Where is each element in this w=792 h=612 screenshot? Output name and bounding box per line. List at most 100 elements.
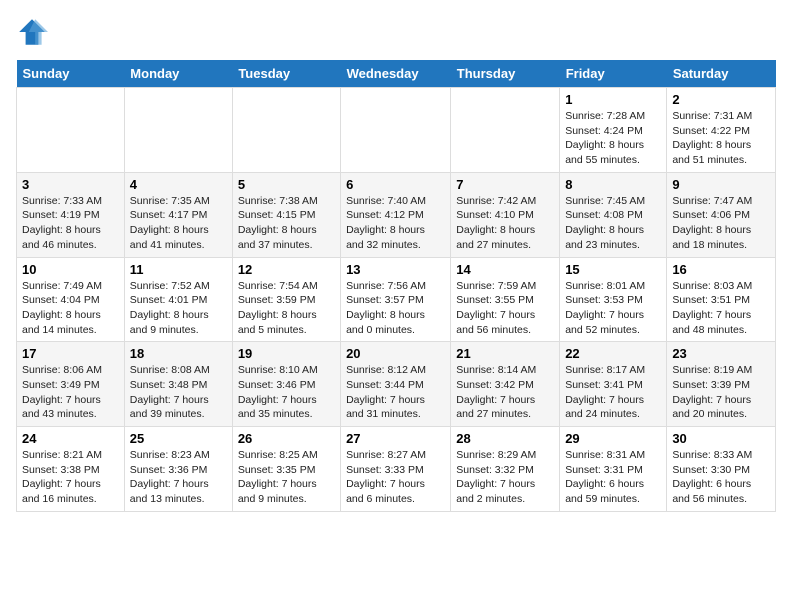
day-number: 30 [672, 431, 770, 446]
day-info: Sunrise: 8:10 AMSunset: 3:46 PMDaylight:… [238, 363, 335, 422]
column-header-thursday: Thursday [451, 60, 560, 88]
day-number: 12 [238, 262, 335, 277]
day-info: Sunrise: 8:19 AMSunset: 3:39 PMDaylight:… [672, 363, 770, 422]
day-info: Sunrise: 8:25 AMSunset: 3:35 PMDaylight:… [238, 448, 335, 507]
day-info: Sunrise: 7:59 AMSunset: 3:55 PMDaylight:… [456, 279, 554, 338]
calendar-cell: 15 Sunrise: 8:01 AMSunset: 3:53 PMDayligh… [560, 257, 667, 342]
day-number: 13 [346, 262, 445, 277]
calendar-week-2: 3 Sunrise: 7:33 AMSunset: 4:19 PMDaylight… [17, 172, 776, 257]
calendar-table: SundayMondayTuesdayWednesdayThursdayFrid… [16, 60, 776, 512]
calendar-cell: 28 Sunrise: 8:29 AMSunset: 3:32 PMDayligh… [451, 427, 560, 512]
day-info: Sunrise: 7:35 AMSunset: 4:17 PMDaylight:… [130, 194, 227, 253]
calendar-cell: 30 Sunrise: 8:33 AMSunset: 3:30 PMDayligh… [667, 427, 776, 512]
day-number: 20 [346, 346, 445, 361]
day-info: Sunrise: 7:38 AMSunset: 4:15 PMDaylight:… [238, 194, 335, 253]
calendar-cell: 4 Sunrise: 7:35 AMSunset: 4:17 PMDaylight… [124, 172, 232, 257]
day-info: Sunrise: 8:03 AMSunset: 3:51 PMDaylight:… [672, 279, 770, 338]
day-number: 11 [130, 262, 227, 277]
day-number: 1 [565, 92, 661, 107]
day-info: Sunrise: 8:27 AMSunset: 3:33 PMDaylight:… [346, 448, 445, 507]
calendar-cell [232, 88, 340, 173]
calendar-cell: 25 Sunrise: 8:23 AMSunset: 3:36 PMDayligh… [124, 427, 232, 512]
day-number: 19 [238, 346, 335, 361]
calendar-cell: 5 Sunrise: 7:38 AMSunset: 4:15 PMDaylight… [232, 172, 340, 257]
day-number: 26 [238, 431, 335, 446]
day-info: Sunrise: 7:47 AMSunset: 4:06 PMDaylight:… [672, 194, 770, 253]
day-info: Sunrise: 8:29 AMSunset: 3:32 PMDaylight:… [456, 448, 554, 507]
day-info: Sunrise: 7:56 AMSunset: 3:57 PMDaylight:… [346, 279, 445, 338]
day-info: Sunrise: 7:49 AMSunset: 4:04 PMDaylight:… [22, 279, 119, 338]
page-header [16, 16, 776, 48]
day-number: 25 [130, 431, 227, 446]
calendar-cell: 22 Sunrise: 8:17 AMSunset: 3:41 PMDayligh… [560, 342, 667, 427]
calendar-cell: 6Sunrise: 7:40 AMSunset: 4:12 PMDaylight… [341, 172, 451, 257]
column-header-sunday: Sunday [17, 60, 125, 88]
calendar-cell: 19 Sunrise: 8:10 AMSunset: 3:46 PMDayligh… [232, 342, 340, 427]
day-number: 14 [456, 262, 554, 277]
calendar-cell: 9 Sunrise: 7:47 AMSunset: 4:06 PMDaylight… [667, 172, 776, 257]
day-info: Sunrise: 7:54 AMSunset: 3:59 PMDaylight:… [238, 279, 335, 338]
calendar-cell: 7 Sunrise: 7:42 AMSunset: 4:10 PMDaylight… [451, 172, 560, 257]
calendar-cell [124, 88, 232, 173]
column-header-wednesday: Wednesday [341, 60, 451, 88]
day-info: Sunrise: 8:12 AMSunset: 3:44 PMDaylight:… [346, 363, 445, 422]
column-header-tuesday: Tuesday [232, 60, 340, 88]
calendar-cell: 24Sunrise: 8:21 AMSunset: 3:38 PMDayligh… [17, 427, 125, 512]
day-info: Sunrise: 8:21 AMSunset: 3:38 PMDaylight:… [22, 448, 119, 507]
calendar-cell: 3 Sunrise: 7:33 AMSunset: 4:19 PMDaylight… [17, 172, 125, 257]
day-number: 16 [672, 262, 770, 277]
day-number: 8 [565, 177, 661, 192]
day-info: Sunrise: 8:17 AMSunset: 3:41 PMDaylight:… [565, 363, 661, 422]
day-info: Sunrise: 8:33 AMSunset: 3:30 PMDaylight:… [672, 448, 770, 507]
calendar-week-5: 24Sunrise: 8:21 AMSunset: 3:38 PMDayligh… [17, 427, 776, 512]
calendar-cell: 29 Sunrise: 8:31 AMSunset: 3:31 PMDayligh… [560, 427, 667, 512]
calendar-cell [341, 88, 451, 173]
calendar-cell: 20 Sunrise: 8:12 AMSunset: 3:44 PMDayligh… [341, 342, 451, 427]
day-number: 3 [22, 177, 119, 192]
calendar-cell: 8 Sunrise: 7:45 AMSunset: 4:08 PMDaylight… [560, 172, 667, 257]
day-info: Sunrise: 7:45 AMSunset: 4:08 PMDaylight:… [565, 194, 661, 253]
day-info: Sunrise: 7:28 AMSunset: 4:24 PMDaylight:… [565, 109, 661, 168]
day-number: 4 [130, 177, 227, 192]
day-number: 27 [346, 431, 445, 446]
calendar-week-3: 10 Sunrise: 7:49 AMSunset: 4:04 PMDayligh… [17, 257, 776, 342]
day-number: 9 [672, 177, 770, 192]
day-info: Sunrise: 7:40 AMSunset: 4:12 PMDaylight:… [346, 194, 445, 253]
calendar-cell [17, 88, 125, 173]
day-number: 18 [130, 346, 227, 361]
calendar-cell: 10 Sunrise: 7:49 AMSunset: 4:04 PMDayligh… [17, 257, 125, 342]
day-number: 7 [456, 177, 554, 192]
day-number: 22 [565, 346, 661, 361]
day-number: 10 [22, 262, 119, 277]
calendar-cell: 16 Sunrise: 8:03 AMSunset: 3:51 PMDayligh… [667, 257, 776, 342]
day-info: Sunrise: 8:08 AMSunset: 3:48 PMDaylight:… [130, 363, 227, 422]
day-number: 23 [672, 346, 770, 361]
calendar-cell: 14 Sunrise: 7:59 AMSunset: 3:55 PMDayligh… [451, 257, 560, 342]
day-info: Sunrise: 8:23 AMSunset: 3:36 PMDaylight:… [130, 448, 227, 507]
calendar-cell: 18 Sunrise: 8:08 AMSunset: 3:48 PMDayligh… [124, 342, 232, 427]
logo-icon [16, 16, 48, 48]
column-header-friday: Friday [560, 60, 667, 88]
day-number: 28 [456, 431, 554, 446]
day-number: 17 [22, 346, 119, 361]
day-info: Sunrise: 7:52 AMSunset: 4:01 PMDaylight:… [130, 279, 227, 338]
calendar-cell: 12 Sunrise: 7:54 AMSunset: 3:59 PMDayligh… [232, 257, 340, 342]
day-info: Sunrise: 8:31 AMSunset: 3:31 PMDaylight:… [565, 448, 661, 507]
calendar-week-1: 1 Sunrise: 7:28 AMSunset: 4:24 PMDaylight… [17, 88, 776, 173]
calendar-header-row: SundayMondayTuesdayWednesdayThursdayFrid… [17, 60, 776, 88]
day-number: 15 [565, 262, 661, 277]
day-info: Sunrise: 7:42 AMSunset: 4:10 PMDaylight:… [456, 194, 554, 253]
day-info: Sunrise: 8:01 AMSunset: 3:53 PMDaylight:… [565, 279, 661, 338]
day-info: Sunrise: 7:33 AMSunset: 4:19 PMDaylight:… [22, 194, 119, 253]
day-info: Sunrise: 8:14 AMSunset: 3:42 PMDaylight:… [456, 363, 554, 422]
calendar-cell: 21Sunrise: 8:14 AMSunset: 3:42 PMDayligh… [451, 342, 560, 427]
day-number: 29 [565, 431, 661, 446]
day-number: 5 [238, 177, 335, 192]
calendar-cell: 13 Sunrise: 7:56 AMSunset: 3:57 PMDayligh… [341, 257, 451, 342]
calendar-cell: 2Sunrise: 7:31 AMSunset: 4:22 PMDaylight… [667, 88, 776, 173]
calendar-cell: 23 Sunrise: 8:19 AMSunset: 3:39 PMDayligh… [667, 342, 776, 427]
column-header-monday: Monday [124, 60, 232, 88]
calendar-cell [451, 88, 560, 173]
calendar-cell: 1 Sunrise: 7:28 AMSunset: 4:24 PMDaylight… [560, 88, 667, 173]
calendar-cell: 11 Sunrise: 7:52 AMSunset: 4:01 PMDayligh… [124, 257, 232, 342]
